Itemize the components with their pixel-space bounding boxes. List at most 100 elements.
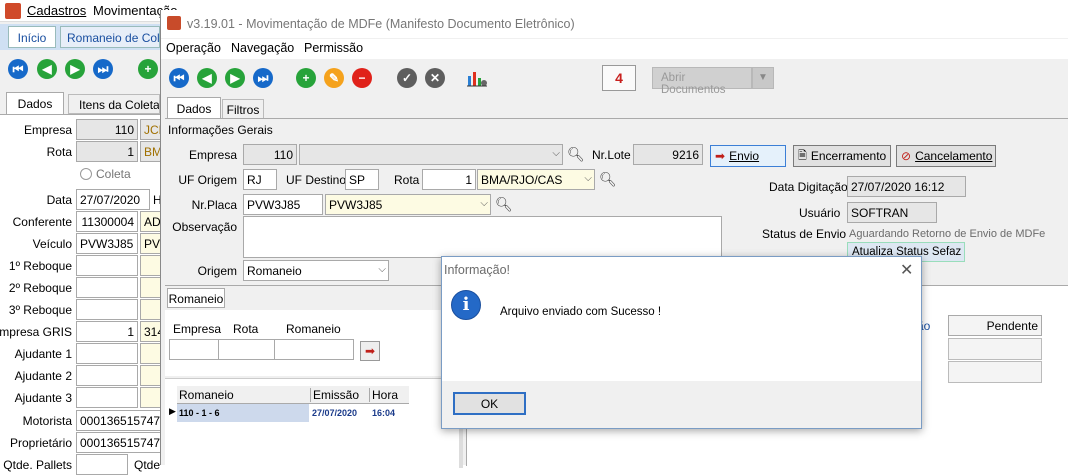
menu-navegacao[interactable]: Navegação [231, 41, 294, 55]
envio-icon: ➡ [715, 149, 726, 163]
back-conferente-field[interactable]: 11300004 [76, 211, 138, 232]
back-reboque1-field[interactable] [76, 255, 138, 276]
filter-empresa-field[interactable] [169, 339, 219, 360]
confirm-icon[interactable]: ✓ [397, 68, 417, 88]
back-veiculo-field[interactable]: PVW3J85 [76, 233, 138, 254]
observacao-field[interactable] [243, 216, 722, 258]
empresa-combo[interactable]: ⌵ [299, 144, 563, 165]
rota-combo-value: BMA/RJO/CAS [481, 173, 563, 187]
cancel-icon[interactable]: ✕ [425, 68, 445, 88]
rota-search-icon[interactable]: 🔍︎ [599, 171, 617, 188]
tab-romaneio[interactable]: Romaneio [167, 288, 225, 308]
rota-combo[interactable]: BMA/RJO/CAS ⌵ [477, 169, 595, 190]
usuario-field: SOFTRAN [847, 202, 937, 223]
empresa-field[interactable]: 110 [243, 144, 297, 165]
back-motorista-field[interactable]: 00013651574741 [76, 410, 170, 431]
menu-permissao[interactable]: Permissão [304, 41, 363, 55]
origem-combo[interactable]: Romaneio ⌵ [243, 260, 389, 281]
encerramento-button[interactable]: 🗎︎ Encerramento [793, 145, 891, 167]
last-record-icon[interactable]: ⏭ [253, 68, 273, 88]
back-empresa-field[interactable]: 110 [76, 119, 138, 140]
encerramento-label: Encerramento [810, 149, 887, 163]
cancelamento-icon: ⊘ [901, 149, 912, 163]
back-menubar: Cadastros Movimentação [0, 0, 178, 22]
back-empresa-gris-field[interactable]: 1 [76, 321, 138, 342]
back-form: Empresa 110 JCP Rota 1 BM Coleta Data 27… [0, 114, 170, 475]
add-icon[interactable]: + [296, 68, 316, 88]
empresa-search-icon[interactable]: 🔍︎ [567, 146, 585, 163]
cancelamento-label: Cancelamento [915, 149, 993, 163]
delete-icon[interactable]: − [352, 68, 372, 88]
dialog-close-icon[interactable]: ✕ [900, 260, 913, 280]
back-toolbar: ⏮ ◀ ▶ ⏭ + [0, 54, 160, 86]
menu-cadastros[interactable]: Cadastros [27, 3, 86, 18]
ok-button[interactable]: OK [453, 392, 526, 415]
romaneio-filter: Empresa Rota Romaneio ➡ [165, 310, 463, 376]
label-data-digitacao: Data Digitação [769, 180, 848, 194]
back-reboque2-field[interactable] [76, 277, 138, 298]
label-qtde: Qtde [134, 458, 161, 472]
back-rota-field[interactable]: 1 [76, 141, 138, 162]
back-proprietario-field[interactable]: 00013651574741 [76, 432, 170, 453]
table-row[interactable]: 110 - 1 - 6 27/07/2020 16:04 [177, 404, 409, 422]
uf-destino-field[interactable]: SP [345, 169, 379, 190]
info-icon: i [451, 290, 481, 320]
back-window: Cadastros Movimentação Início Romaneio d… [0, 0, 178, 475]
back-data-field[interactable]: 27/07/2020 [76, 189, 150, 210]
grid-cell-hora: 16:04 [372, 408, 396, 418]
add-icon[interactable]: + [138, 59, 158, 79]
label-ajudante3: Ajudante 3 [14, 391, 72, 405]
label-motorista: Motorista [22, 414, 72, 428]
filter-romaneio-field[interactable] [274, 339, 354, 360]
tab-inicio[interactable]: Início [8, 26, 56, 48]
open-documents-dropdown[interactable]: ▼ [752, 67, 774, 89]
placa-combo[interactable]: PVW3J85 ⌵ [325, 194, 491, 215]
back-subtab-dados[interactable]: Dados [6, 92, 64, 114]
right-grid-row [948, 338, 1042, 360]
placa-search-icon[interactable]: 🔍︎ [495, 196, 513, 213]
label-empresa-gris: Empresa GRIS [0, 325, 72, 339]
label-usuario: Usuário [799, 206, 841, 220]
tab-filtros[interactable]: Filtros [222, 99, 264, 119]
back-ajudante3-field[interactable] [76, 387, 138, 408]
tab-dados[interactable]: Dados [167, 97, 221, 119]
edit-icon[interactable]: ✎ [324, 68, 344, 88]
back-reboque3-field[interactable] [76, 299, 138, 320]
open-documents-button[interactable]: Abrir Documentos [652, 67, 752, 96]
window-menubar: Operação Navegação Permissão [161, 39, 1068, 59]
label-data: Data [46, 193, 72, 207]
chart-settings-icon[interactable] [466, 68, 488, 88]
cancelamento-button[interactable]: ⊘ Cancelamento [896, 145, 996, 167]
uf-origem-field[interactable]: RJ [243, 169, 277, 190]
filter-go-icon[interactable]: ➡ [360, 341, 380, 361]
back-subtab-itens[interactable]: Itens da Coleta / ... [68, 94, 160, 114]
next-record-icon[interactable]: ▶ [65, 59, 85, 79]
section-title: Informações Gerais [168, 123, 273, 137]
rota-field[interactable]: 1 [422, 169, 476, 190]
label-status-envio: Status de Envio [762, 227, 847, 241]
label-uf-destino: UF Destino [286, 173, 347, 187]
company-logo-icon: 4 [602, 65, 636, 91]
first-record-icon[interactable]: ⏮ [169, 68, 189, 88]
prev-record-icon[interactable]: ◀ [37, 59, 57, 79]
menu-operacao[interactable]: Operação [166, 41, 221, 55]
origem-combo-value: Romaneio [247, 264, 302, 278]
back-ajudante1-field[interactable] [76, 343, 138, 364]
first-record-icon[interactable]: ⏮ [8, 59, 28, 79]
filter-rota-field[interactable] [218, 339, 275, 360]
label-coleta: Coleta [96, 167, 131, 181]
tab-romaneio-coleta[interactable]: Romaneio de Coleta [60, 26, 160, 48]
nr-lote-field[interactable]: 9216 [633, 144, 703, 165]
coleta-radio[interactable] [80, 168, 92, 180]
nr-placa-field[interactable]: PVW3J85 [243, 194, 323, 215]
data-digitacao-field: 27/07/2020 16:12 [847, 176, 966, 197]
window-title: v3.19.01 - Movimentação de MDFe (Manifes… [187, 17, 575, 31]
last-record-icon[interactable]: ⏭ [93, 59, 113, 79]
next-record-icon[interactable]: ▶ [225, 68, 245, 88]
status-envio-value: Aguardando Retorno de Envio de MDFe [849, 228, 1046, 240]
prev-record-icon[interactable]: ◀ [197, 68, 217, 88]
envio-button[interactable]: ➡ Envio [710, 145, 786, 167]
dialog-message: Arquivo enviado com Sucesso ! [500, 306, 662, 318]
placa-combo-value: PVW3J85 [329, 198, 383, 212]
back-ajudante2-field[interactable] [76, 365, 138, 386]
